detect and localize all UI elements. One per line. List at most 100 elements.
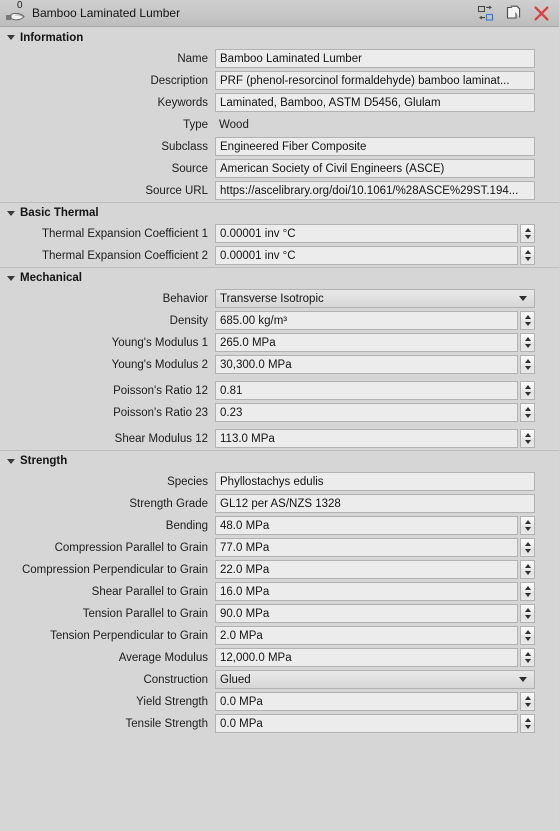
section-header-strength[interactable]: Strength xyxy=(0,450,559,471)
spinner-up-icon[interactable] xyxy=(524,608,531,612)
spinner-down-icon[interactable] xyxy=(524,257,531,261)
spinner-stepper[interactable] xyxy=(520,626,535,645)
spinner-stepper[interactable] xyxy=(520,560,535,579)
spinner-stepper[interactable] xyxy=(520,381,535,400)
spinner-up-icon[interactable] xyxy=(524,586,531,590)
spinner-down-icon[interactable] xyxy=(524,593,531,597)
spinner-stepper[interactable] xyxy=(520,604,535,623)
dropdown-select[interactable]: Glued xyxy=(215,670,535,689)
spinner-stepper[interactable] xyxy=(520,538,535,557)
text-input[interactable]: 685.00 kg/m³ xyxy=(215,311,518,330)
spinner-down-icon[interactable] xyxy=(524,725,531,729)
text-input[interactable]: 2.0 MPa xyxy=(215,626,518,645)
spinner-stepper[interactable] xyxy=(520,333,535,352)
spinner-up-icon[interactable] xyxy=(524,359,531,363)
collapse-triangle-icon xyxy=(7,210,15,216)
spinner-up-icon[interactable] xyxy=(524,337,531,341)
property-row: Behavior Transverse Isotropic xyxy=(0,288,559,309)
text-input[interactable]: 0.81 xyxy=(215,381,518,400)
text-input[interactable]: Engineered Fiber Composite xyxy=(215,137,535,156)
spinner-stepper[interactable] xyxy=(520,714,535,733)
spinner-up-icon[interactable] xyxy=(524,542,531,546)
spinner-down-icon[interactable] xyxy=(524,571,531,575)
spinner-up-icon[interactable] xyxy=(524,250,531,254)
spinner-stepper[interactable] xyxy=(520,429,535,448)
spinner-down-icon[interactable] xyxy=(524,322,531,326)
text-input[interactable]: https://ascelibrary.org/doi/10.1061/%28A… xyxy=(215,181,535,200)
property-field-area: 12,000.0 MPa xyxy=(215,647,559,668)
spinner-stepper[interactable] xyxy=(520,582,535,601)
section-header-basic-thermal[interactable]: Basic Thermal xyxy=(0,202,559,223)
spinner-down-icon[interactable] xyxy=(524,703,531,707)
spinner-up-icon[interactable] xyxy=(524,652,531,656)
spinner-stepper[interactable] xyxy=(520,648,535,667)
spinner-down-icon[interactable] xyxy=(524,527,531,531)
spinner-up-icon[interactable] xyxy=(524,315,531,319)
text-input[interactable]: 30,300.0 MPa xyxy=(215,355,518,374)
text-input[interactable]: 12,000.0 MPa xyxy=(215,648,518,667)
property-row: Tension Parallel to Grain 90.0 MPa xyxy=(0,603,559,624)
spinner-up-icon[interactable] xyxy=(524,228,531,232)
property-row: Yield Strength 0.0 MPa xyxy=(0,691,559,712)
property-field-area: 265.0 MPa xyxy=(215,332,559,353)
property-label: Bending xyxy=(165,519,208,532)
property-row: Compression Parallel to Grain 77.0 MPa xyxy=(0,537,559,558)
spinner-up-icon[interactable] xyxy=(524,433,531,437)
text-input[interactable]: 22.0 MPa xyxy=(215,560,518,579)
swap-icon[interactable] xyxy=(476,4,495,23)
text-input[interactable]: 77.0 MPa xyxy=(215,538,518,557)
text-input[interactable]: 0.0 MPa xyxy=(215,692,518,711)
spinner-down-icon[interactable] xyxy=(524,344,531,348)
text-input[interactable]: PRF (phenol-resorcinol formaldehyde) bam… xyxy=(215,71,535,90)
spinner-up-icon[interactable] xyxy=(524,630,531,634)
text-input[interactable]: Laminated, Bamboo, ASTM D5456, Glulam xyxy=(215,93,535,112)
spinner-up-icon[interactable] xyxy=(524,564,531,568)
spinner-down-icon[interactable] xyxy=(524,549,531,553)
spinner-up-icon[interactable] xyxy=(524,718,531,722)
property-row: Poisson's Ratio 23 0.23 xyxy=(0,402,559,423)
spinner-up-icon[interactable] xyxy=(524,520,531,524)
text-input[interactable]: 48.0 MPa xyxy=(215,516,518,535)
section-header-mechanical[interactable]: Mechanical xyxy=(0,267,559,288)
spinner-down-icon[interactable] xyxy=(524,440,531,444)
text-input[interactable]: 113.0 MPa xyxy=(215,429,518,448)
property-label: Poisson's Ratio 23 xyxy=(113,406,208,419)
text-input[interactable]: Phyllostachys edulis xyxy=(215,472,535,491)
text-input[interactable]: 0.00001 inv °C xyxy=(215,246,518,265)
spinner-stepper[interactable] xyxy=(520,224,535,243)
property-label: Tensile Strength xyxy=(125,717,208,730)
text-input[interactable]: 0.23 xyxy=(215,403,518,422)
spinner-down-icon[interactable] xyxy=(524,235,531,239)
text-input[interactable]: 90.0 MPa xyxy=(215,604,518,623)
text-input[interactable]: 16.0 MPa xyxy=(215,582,518,601)
spinner-down-icon[interactable] xyxy=(524,414,531,418)
section-header-information[interactable]: Information xyxy=(0,27,559,48)
spinner-down-icon[interactable] xyxy=(524,392,531,396)
copy-icon[interactable] xyxy=(504,4,523,23)
spinner-down-icon[interactable] xyxy=(524,637,531,641)
dropdown-select[interactable]: Transverse Isotropic xyxy=(215,289,535,308)
spinner-stepper[interactable] xyxy=(520,355,535,374)
text-input[interactable]: 0.00001 inv °C xyxy=(215,224,518,243)
text-input[interactable]: 0.0 MPa xyxy=(215,714,518,733)
spinner-down-icon[interactable] xyxy=(524,615,531,619)
window-buttons xyxy=(476,4,559,23)
spinner-stepper[interactable] xyxy=(520,516,535,535)
spinner-stepper[interactable] xyxy=(520,246,535,265)
close-icon[interactable] xyxy=(532,4,551,23)
property-field-area: 22.0 MPa xyxy=(215,559,559,580)
text-input[interactable]: 265.0 MPa xyxy=(215,333,518,352)
spinner-stepper[interactable] xyxy=(520,311,535,330)
spinner-down-icon[interactable] xyxy=(524,659,531,663)
spinner-stepper[interactable] xyxy=(520,692,535,711)
text-input[interactable]: American Society of Civil Engineers (ASC… xyxy=(215,159,535,178)
spinner-up-icon[interactable] xyxy=(524,385,531,389)
property-field-area: https://ascelibrary.org/doi/10.1061/%28A… xyxy=(215,180,559,201)
spinner-stepper[interactable] xyxy=(520,403,535,422)
text-input[interactable]: Bamboo Laminated Lumber xyxy=(215,49,535,68)
spinner-down-icon[interactable] xyxy=(524,366,531,370)
property-row: Poisson's Ratio 12 0.81 xyxy=(0,380,559,401)
text-input[interactable]: GL12 per AS/NZS 1328 xyxy=(215,494,535,513)
spinner-up-icon[interactable] xyxy=(524,407,531,411)
spinner-up-icon[interactable] xyxy=(524,696,531,700)
